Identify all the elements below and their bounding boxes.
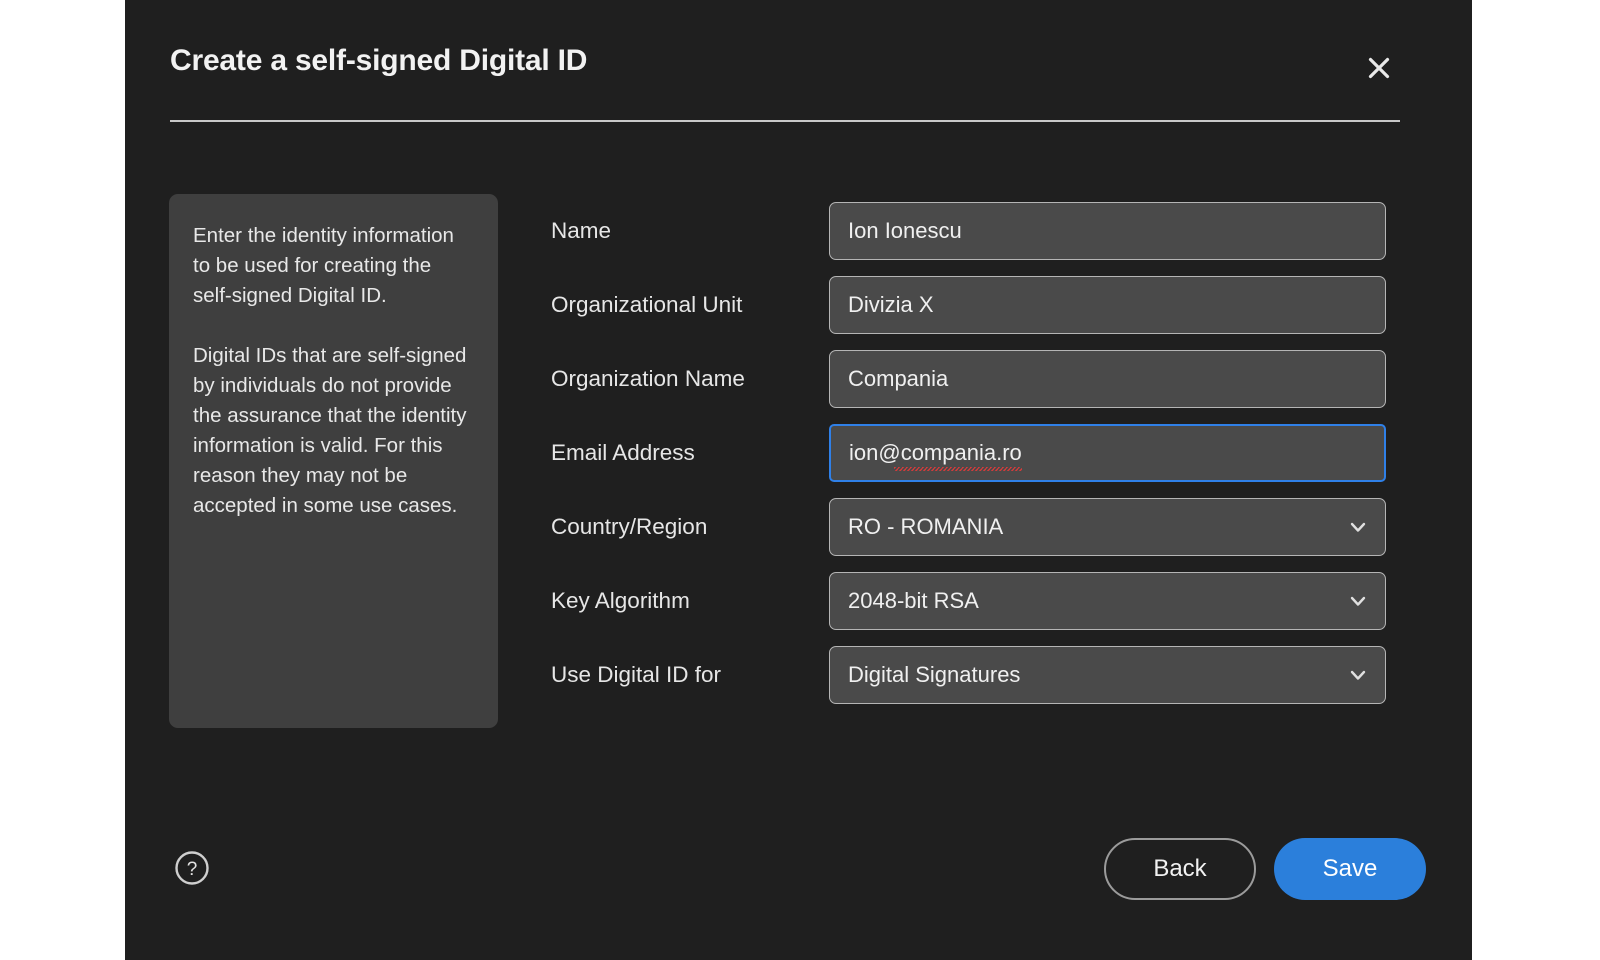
input-organizational-unit[interactable]: Divizia X — [829, 276, 1386, 334]
field-control-country-region: RO - ROMANIA — [829, 498, 1386, 556]
info-paragraph-1: Enter the identity information to be use… — [193, 224, 454, 307]
save-button[interactable]: Save — [1274, 838, 1426, 900]
form-row-name: Name Ion Ionescu — [551, 194, 1386, 268]
select-country-region[interactable]: RO - ROMANIA — [829, 498, 1386, 556]
field-label-key-algorithm: Key Algorithm — [551, 587, 690, 613]
field-value-key-algorithm: 2048-bit RSA — [848, 588, 979, 613]
svg-text:?: ? — [187, 859, 198, 880]
field-value-use-digital-id-for: Digital Signatures — [848, 662, 1021, 687]
field-label-use-digital-id-for: Use Digital ID for — [551, 661, 722, 687]
page-title: Create a self-signed Digital ID — [170, 44, 588, 77]
input-organization-name[interactable]: Compania — [829, 350, 1386, 408]
help-circle-icon: ? — [173, 849, 211, 890]
input-name[interactable]: Ion Ionescu — [829, 202, 1386, 260]
field-control-email-address: ion@compania.ro — [829, 424, 1386, 482]
field-control-name: Ion Ionescu — [829, 202, 1386, 260]
field-control-organization-name: Compania — [829, 350, 1386, 408]
field-label-country-region: Country/Region — [551, 513, 708, 539]
footer-actions: Back Save — [1104, 838, 1426, 900]
screen-root: Create a self-signed Digital ID Enter th… — [0, 0, 1600, 960]
chevron-down-icon — [1348, 591, 1368, 611]
field-value-email-address: ion@compania.ro — [849, 440, 1022, 471]
form-row-organizational-unit: Organizational Unit Divizia X — [551, 268, 1386, 342]
identity-form: Name Ion Ionescu Organizational Unit Divizi… — [551, 194, 1386, 712]
field-value-organizational-unit: Divizia X — [848, 292, 934, 317]
chevron-down-icon — [1348, 517, 1368, 537]
dialog-header: Create a self-signed Digital ID — [125, 0, 1472, 122]
form-row-email-address: Email Address ion@compania.ro — [551, 416, 1386, 490]
form-row-country-region: Country/Region RO - ROMANIA — [551, 490, 1386, 564]
field-label-organization-name: Organization Name — [551, 365, 745, 391]
back-button[interactable]: Back — [1104, 838, 1256, 900]
close-icon — [1366, 55, 1392, 81]
select-use-digital-id-for[interactable]: Digital Signatures — [829, 646, 1386, 704]
field-value-name: Ion Ionescu — [848, 218, 962, 243]
info-panel: Enter the identity information to be use… — [169, 194, 498, 728]
header-divider — [170, 120, 1400, 122]
select-key-algorithm[interactable]: 2048-bit RSA — [829, 572, 1386, 630]
form-row-use-digital-id-for: Use Digital ID for Digital Signatures — [551, 638, 1386, 712]
field-label-organizational-unit: Organizational Unit — [551, 291, 743, 317]
field-value-organization-name: Compania — [848, 366, 949, 391]
field-value-country-region: RO - ROMANIA — [848, 514, 1004, 539]
chevron-down-icon — [1348, 665, 1368, 685]
input-email-address[interactable]: ion@compania.ro — [829, 424, 1386, 482]
field-control-key-algorithm: 2048-bit RSA — [829, 572, 1386, 630]
info-paragraph-2: Digital IDs that are self-signed by indi… — [193, 344, 467, 517]
field-control-organizational-unit: Divizia X — [829, 276, 1386, 334]
help-button[interactable]: ? — [169, 846, 215, 892]
close-button[interactable] — [1357, 46, 1401, 90]
form-row-organization-name: Organization Name Compania — [551, 342, 1386, 416]
field-label-email-address: Email Address — [551, 439, 695, 465]
field-control-use-digital-id-for: Digital Signatures — [829, 646, 1386, 704]
form-row-key-algorithm: Key Algorithm 2048-bit RSA — [551, 564, 1386, 638]
create-digital-id-dialog: Create a self-signed Digital ID Enter th… — [125, 0, 1472, 960]
field-label-name: Name — [551, 217, 612, 243]
